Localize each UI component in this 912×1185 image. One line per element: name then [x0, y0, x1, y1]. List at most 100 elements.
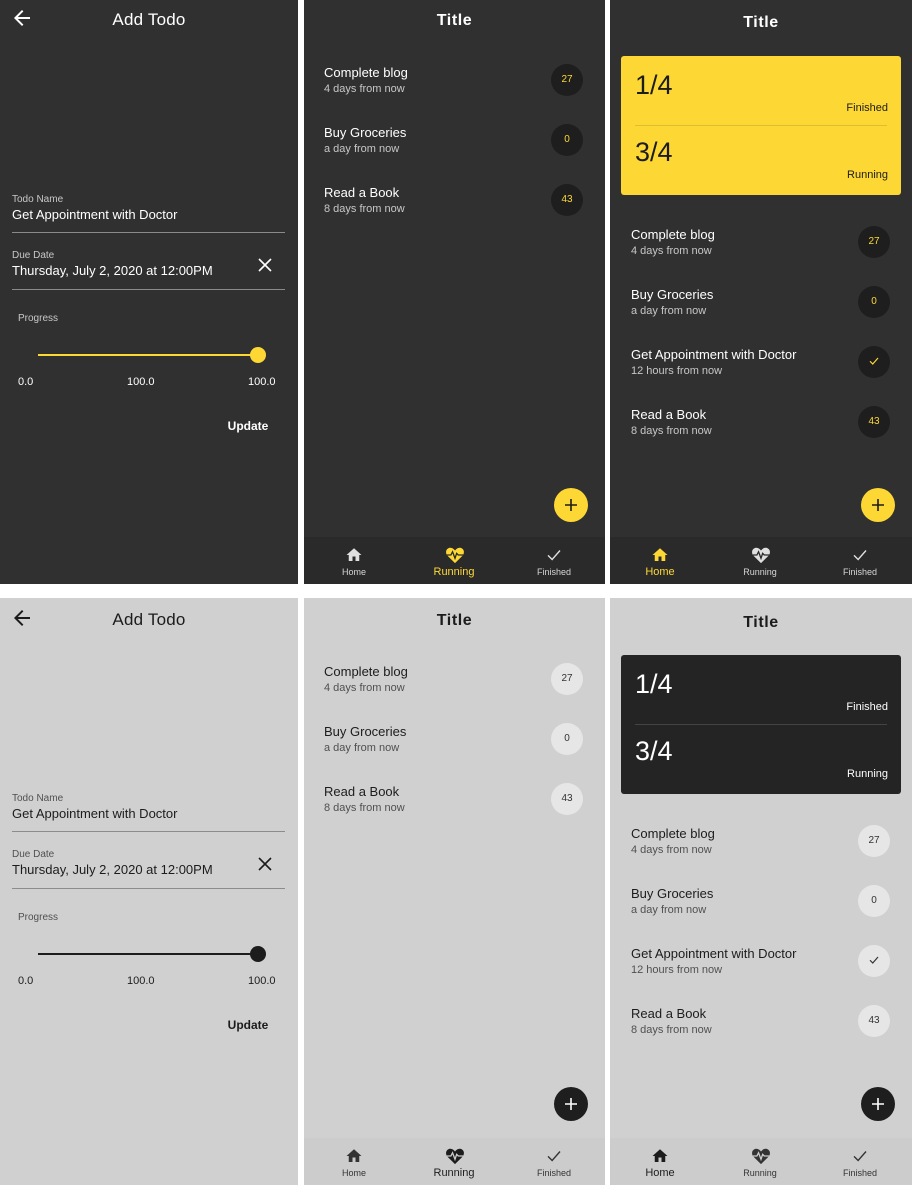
progress-badge: 27: [551, 663, 583, 695]
list-item[interactable]: Get Appointment with Doctor 12 hours fro…: [610, 939, 912, 995]
finished-label: Finished: [846, 102, 888, 114]
nav-home[interactable]: Home: [304, 1138, 404, 1185]
list-item[interactable]: Read a Book 8 days from now 43: [610, 400, 912, 456]
item-subtitle: 4 days from now: [631, 245, 712, 257]
progress-badge: 43: [858, 406, 890, 438]
progress-label: Progress: [18, 912, 59, 923]
item-title: Read a Book: [324, 784, 400, 799]
todo-name-underline: [12, 232, 285, 233]
progress-badge: 0: [551, 124, 583, 156]
nav-home[interactable]: Home: [304, 537, 404, 584]
check-icon: [868, 356, 880, 367]
running-screen-dark: Title Complete blog 4 days from now 27 B…: [304, 0, 605, 584]
list-item[interactable]: Complete blog 4 days from now 27: [304, 58, 605, 114]
item-title: Buy Groceries: [631, 886, 714, 901]
todo-name-field[interactable]: Get Appointment with Doctor: [12, 806, 177, 821]
todo-name-label: Todo Name: [12, 194, 64, 205]
check-icon: [868, 955, 880, 966]
add-todo-screen-dark: Add Todo Todo Name Get Appointment with …: [0, 0, 298, 584]
add-button[interactable]: [554, 1087, 588, 1121]
item-title: Buy Groceries: [631, 287, 714, 302]
progress-slider-thumb[interactable]: [250, 946, 266, 962]
list-item[interactable]: Complete blog 4 days from now 27: [610, 819, 912, 875]
nav-finished[interactable]: Finished: [810, 537, 910, 584]
page-title: Title: [743, 614, 779, 631]
update-button[interactable]: Update: [222, 419, 274, 433]
list-item[interactable]: Buy Groceries a day from now 0: [610, 280, 912, 336]
completed-badge: [858, 346, 890, 378]
running-label: Running: [847, 768, 888, 780]
bottom-navigation: Home Running Finished: [304, 537, 605, 584]
finished-label: Finished: [846, 701, 888, 713]
slider-min-label: 0.0: [18, 975, 34, 987]
nav-finished[interactable]: Finished: [810, 1138, 910, 1185]
nav-home[interactable]: Home: [610, 537, 710, 584]
nav-finished[interactable]: Finished: [504, 1138, 604, 1185]
todo-name-label: Todo Name: [12, 793, 64, 804]
nav-running-label: Running: [433, 566, 475, 578]
running-count: 3/4: [635, 137, 673, 167]
list-item[interactable]: Read a Book 8 days from now 43: [610, 999, 912, 1055]
due-date-field[interactable]: Thursday, July 2, 2020 at 12:00PM: [12, 862, 213, 877]
page-title: Title: [436, 612, 473, 629]
item-title: Complete blog: [324, 65, 408, 80]
bottom-navigation: Home Running Finished: [304, 1138, 605, 1185]
due-date-underline: [12, 888, 285, 889]
nav-running[interactable]: Running: [710, 537, 810, 584]
nav-home-label: Home: [645, 1167, 675, 1179]
running-screen-light: Title Complete blog 4 days from now 27 B…: [304, 598, 605, 1185]
stats-card: 1/4 Finished 3/4 Running: [621, 56, 901, 195]
progress-badge: 27: [858, 825, 890, 857]
nav-home-label: Home: [341, 1168, 366, 1178]
list-item[interactable]: Complete blog 4 days from now 27: [610, 220, 912, 276]
close-icon[interactable]: [255, 854, 275, 874]
todo-name-underline: [12, 831, 285, 832]
list-item[interactable]: Read a Book 8 days from now 43: [304, 178, 605, 234]
close-icon[interactable]: [255, 255, 275, 275]
nav-running[interactable]: Running: [404, 537, 504, 584]
page-title: Add Todo: [112, 10, 186, 29]
progress-label: Progress: [18, 313, 59, 324]
progress-badge: 27: [551, 64, 583, 96]
item-title: Get Appointment with Doctor: [631, 347, 797, 362]
stats-card: 1/4 Finished 3/4 Running: [621, 655, 901, 794]
item-subtitle: 12 hours from now: [631, 964, 723, 976]
bottom-navigation: Home Running Finished: [610, 1138, 912, 1185]
item-subtitle: 4 days from now: [631, 844, 712, 856]
nav-running-label: Running: [743, 567, 777, 577]
due-date-field[interactable]: Thursday, July 2, 2020 at 12:00PM: [12, 263, 213, 278]
item-subtitle: 8 days from now: [631, 425, 712, 437]
slider-value-label: 100.0: [127, 975, 155, 987]
list-item[interactable]: Read a Book 8 days from now 43: [304, 777, 605, 833]
item-title: Read a Book: [631, 1006, 707, 1021]
slider-value-label: 100.0: [127, 376, 155, 388]
nav-home-label: Home: [645, 566, 675, 578]
running-label: Running: [847, 169, 888, 181]
list-item[interactable]: Get Appointment with Doctor 12 hours fro…: [610, 340, 912, 396]
item-title: Buy Groceries: [324, 724, 407, 739]
item-subtitle: 4 days from now: [324, 682, 405, 694]
add-button[interactable]: [861, 488, 895, 522]
add-button[interactable]: [861, 1087, 895, 1121]
progress-slider-track[interactable]: [38, 354, 258, 356]
list-item[interactable]: Buy Groceries a day from now 0: [304, 717, 605, 773]
bottom-navigation: Home Running Finished: [610, 537, 912, 584]
progress-slider-track[interactable]: [38, 953, 258, 955]
update-button[interactable]: Update: [222, 1018, 274, 1032]
nav-running[interactable]: Running: [404, 1138, 504, 1185]
todo-name-field[interactable]: Get Appointment with Doctor: [12, 207, 177, 222]
item-subtitle: 12 hours from now: [631, 365, 723, 377]
list-item[interactable]: Buy Groceries a day from now 0: [610, 879, 912, 935]
nav-home-label: Home: [341, 567, 366, 577]
progress-slider-thumb[interactable]: [250, 347, 266, 363]
nav-finished[interactable]: Finished: [504, 537, 604, 584]
nav-home[interactable]: Home: [610, 1138, 710, 1185]
running-count: 3/4: [635, 736, 673, 766]
add-button[interactable]: [554, 488, 588, 522]
list-item[interactable]: Complete blog 4 days from now 27: [304, 657, 605, 713]
list-item[interactable]: Buy Groceries a day from now 0: [304, 118, 605, 174]
slider-max-label: 100.0: [248, 975, 276, 987]
finished-count: 1/4: [635, 70, 673, 100]
slider-max-label: 100.0: [248, 376, 276, 388]
nav-running[interactable]: Running: [710, 1138, 810, 1185]
